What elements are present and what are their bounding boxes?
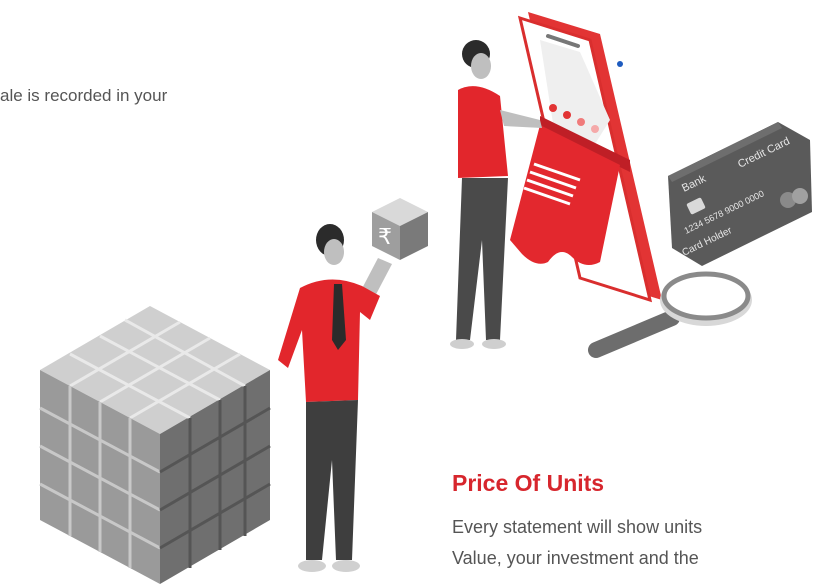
section-title: Price Of Units	[452, 470, 605, 496]
credit-card-icon: Credit Card Bank 1234 5678 9000 0000 Car…	[668, 122, 812, 266]
rupee-symbol: ₹	[378, 225, 392, 250]
section-body: Every statement will show units Value, y…	[452, 512, 702, 574]
section-body-line: Every statement will show units	[452, 517, 703, 537]
person-illustration	[278, 224, 392, 572]
rupee-box-icon: ₹	[372, 198, 428, 260]
section-body-line: Value, your investment and the	[452, 548, 699, 568]
illustration: Credit Card Bank 1234 5678 9000 0000 Car…	[39, 12, 812, 584]
phone-icon	[510, 12, 662, 303]
cube-icon	[39, 306, 271, 584]
